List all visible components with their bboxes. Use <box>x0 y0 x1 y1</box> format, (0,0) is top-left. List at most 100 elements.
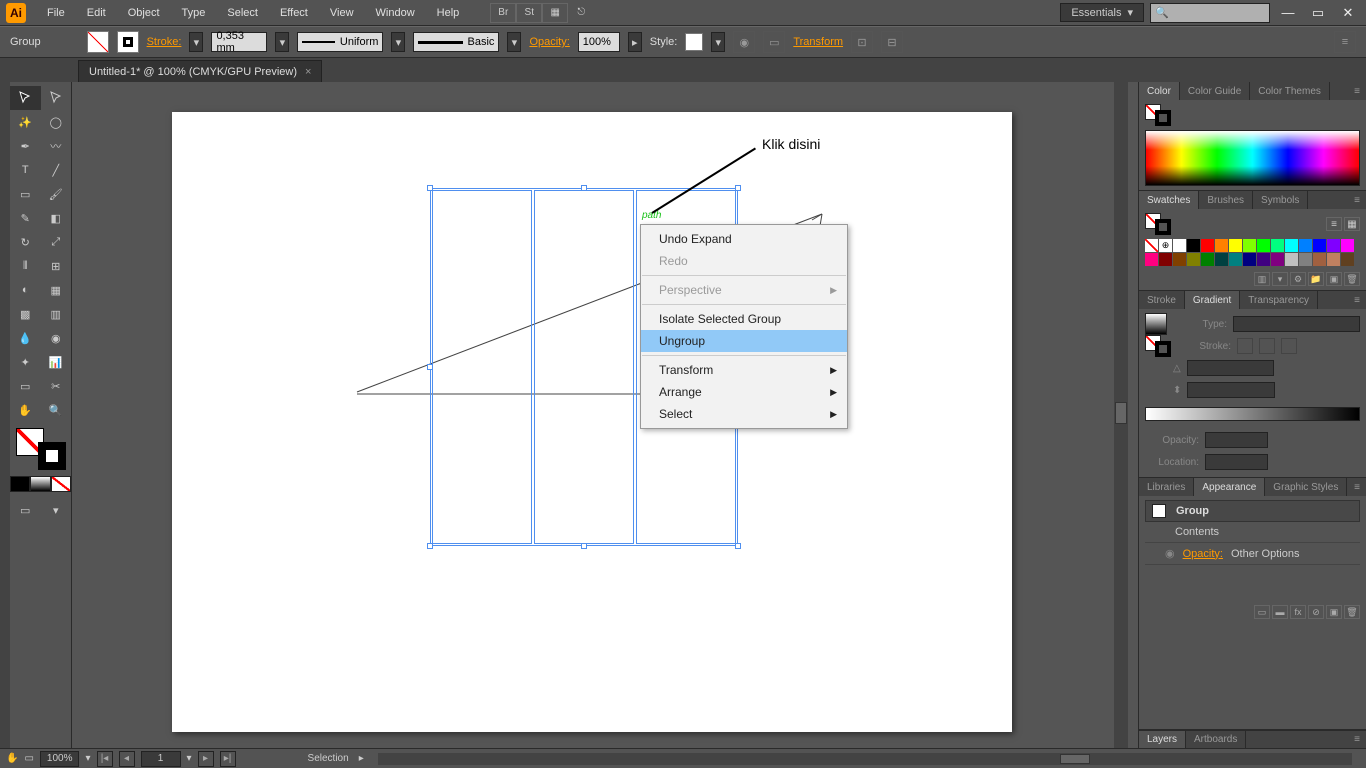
selection-tool[interactable] <box>10 86 41 110</box>
control-menu-icon[interactable]: ≡ <box>1334 31 1356 53</box>
tab-color-themes[interactable]: Color Themes <box>1250 82 1330 100</box>
swatch-color[interactable] <box>1215 239 1228 252</box>
color-mode-none[interactable] <box>51 476 71 492</box>
swatch-color[interactable] <box>1313 253 1326 266</box>
pen-tool[interactable]: ✒ <box>10 134 41 158</box>
tab-symbols[interactable]: Symbols <box>1253 191 1308 209</box>
duplicate-icon[interactable]: ▣ <box>1326 605 1342 619</box>
appearance-opacity-label[interactable]: Opacity: <box>1183 548 1223 560</box>
fill-swatch[interactable] <box>87 31 109 53</box>
visibility-icon[interactable]: ◉ <box>1165 547 1175 560</box>
swatch-color[interactable] <box>1243 239 1256 252</box>
fill-stroke-control[interactable] <box>16 428 66 470</box>
isolate-icon[interactable]: ⊡ <box>851 31 873 53</box>
swatch-none[interactable] <box>1145 239 1158 252</box>
arrange-docs-icon[interactable]: ▦ <box>542 3 568 23</box>
swatch-color[interactable] <box>1327 239 1340 252</box>
swatch-color[interactable] <box>1257 253 1270 266</box>
tab-swatches[interactable]: Swatches <box>1139 191 1199 209</box>
ctx-isolate[interactable]: Isolate Selected Group <box>641 308 847 330</box>
workspace-selector[interactable]: Essentials▾ <box>1060 3 1144 22</box>
eraser-tool[interactable]: ◧ <box>41 206 72 230</box>
artboard[interactable]: path Klik disini Undo Expand Redo Perspe… <box>172 112 1012 732</box>
curvature-tool[interactable]: 〰 <box>41 134 72 158</box>
stroke-align-1-icon[interactable] <box>1237 338 1253 354</box>
bridge-icon[interactable]: Br <box>490 3 516 23</box>
handle-se[interactable] <box>735 543 741 549</box>
swatch-color[interactable] <box>1201 253 1214 266</box>
appearance-contents[interactable]: Contents <box>1145 522 1360 543</box>
swatch-new-icon[interactable]: ▣ <box>1326 272 1342 286</box>
menu-window[interactable]: Window <box>365 7 426 19</box>
menu-select[interactable]: Select <box>216 7 269 19</box>
artboard-prev-icon[interactable]: ◂ <box>119 751 135 767</box>
ctx-undo[interactable]: Undo Expand <box>641 228 847 250</box>
swatch-color[interactable] <box>1187 239 1200 252</box>
close-tab-icon[interactable]: × <box>305 66 311 78</box>
stock-icon[interactable]: St <box>516 3 542 23</box>
delete-icon[interactable]: 🗑 <box>1344 605 1360 619</box>
swatch-stroke[interactable] <box>1155 219 1171 235</box>
swatch-color[interactable] <box>1159 253 1172 266</box>
gradient-preview[interactable] <box>1145 313 1167 335</box>
artboard-tool[interactable]: ▭ <box>10 374 41 398</box>
swatch-color[interactable] <box>1299 253 1312 266</box>
gradient-angle-input[interactable] <box>1187 360 1275 376</box>
edit-clip-icon[interactable]: ⊟ <box>881 31 903 53</box>
tab-appearance[interactable]: Appearance <box>1194 478 1265 496</box>
stroke-color[interactable] <box>38 442 66 470</box>
handle-nw[interactable] <box>427 185 433 191</box>
symbol-sprayer-tool[interactable]: ✦ <box>10 350 41 374</box>
stroke-profile[interactable]: Uniform <box>297 32 383 52</box>
gradient-tool[interactable]: ▥ <box>41 302 72 326</box>
handle-sw[interactable] <box>427 543 433 549</box>
artboard-first-icon[interactable]: |◂ <box>97 751 113 767</box>
tab-gradient[interactable]: Gradient <box>1185 291 1240 309</box>
menu-type[interactable]: Type <box>171 7 217 19</box>
maximize-button[interactable]: ▭ <box>1306 6 1330 20</box>
scale-tool[interactable]: ⤢ <box>41 230 72 254</box>
status-hand-icon[interactable]: ✋ <box>6 753 18 764</box>
type-tool[interactable]: T <box>10 158 41 182</box>
handle-s[interactable] <box>581 543 587 549</box>
shape-builder-tool[interactable]: ◐ <box>10 278 41 302</box>
panel-menu-icon[interactable]: ≡ <box>1348 482 1366 493</box>
gpu-icon[interactable]: ⎋ <box>568 3 594 23</box>
swatch-color[interactable] <box>1341 239 1354 252</box>
color-mode-gradient[interactable] <box>30 476 50 492</box>
tab-stroke[interactable]: Stroke <box>1139 291 1185 309</box>
panel-menu-icon[interactable]: ≡ <box>1348 295 1366 306</box>
magic-wand-tool[interactable]: ✨ <box>10 110 41 134</box>
ctx-ungroup[interactable]: Ungroup <box>641 330 847 352</box>
horizontal-scrollbar[interactable] <box>378 753 1352 765</box>
transform-link[interactable]: Transform <box>793 36 843 48</box>
graphic-style-swatch[interactable] <box>685 33 703 51</box>
swatch-color[interactable] <box>1271 239 1284 252</box>
add-stroke-icon[interactable]: ▭ <box>1254 605 1270 619</box>
screen-mode-drop[interactable]: ▾ <box>41 498 72 522</box>
swatch-color[interactable] <box>1145 253 1158 266</box>
perspective-tool[interactable]: ▦ <box>41 278 72 302</box>
tab-artboards[interactable]: Artboards <box>1186 731 1246 749</box>
stroke-swatch[interactable] <box>117 31 139 53</box>
clear-icon[interactable]: ⊘ <box>1308 605 1324 619</box>
handle-w[interactable] <box>427 364 433 370</box>
zoom-tool[interactable]: 🔍 <box>41 398 72 422</box>
swatch-color[interactable] <box>1215 253 1228 266</box>
panel-menu-icon[interactable]: ≡ <box>1348 195 1366 206</box>
tab-brushes[interactable]: Brushes <box>1199 191 1253 209</box>
swatch-kind-icon[interactable]: ▾ <box>1272 272 1288 286</box>
swatch-group-icon[interactable]: 📁 <box>1308 272 1324 286</box>
opacity-drop[interactable]: ▸ <box>628 32 642 52</box>
menu-help[interactable]: Help <box>426 7 471 19</box>
tab-graphic-styles[interactable]: Graphic Styles <box>1265 478 1347 496</box>
gradient-type-input[interactable] <box>1233 316 1360 332</box>
swatch-list-icon[interactable]: ≡ <box>1326 217 1342 231</box>
panel-menu-icon[interactable]: ≡ <box>1348 734 1366 745</box>
swatch-lib-icon[interactable]: ▥ <box>1254 272 1270 286</box>
menu-file[interactable]: File <box>36 7 76 19</box>
pencil-tool[interactable]: ✎ <box>10 206 41 230</box>
swatch-color[interactable] <box>1201 239 1214 252</box>
ctx-arrange[interactable]: Arrange▶ <box>641 381 847 403</box>
swatch-fillstroke[interactable] <box>1145 213 1171 235</box>
